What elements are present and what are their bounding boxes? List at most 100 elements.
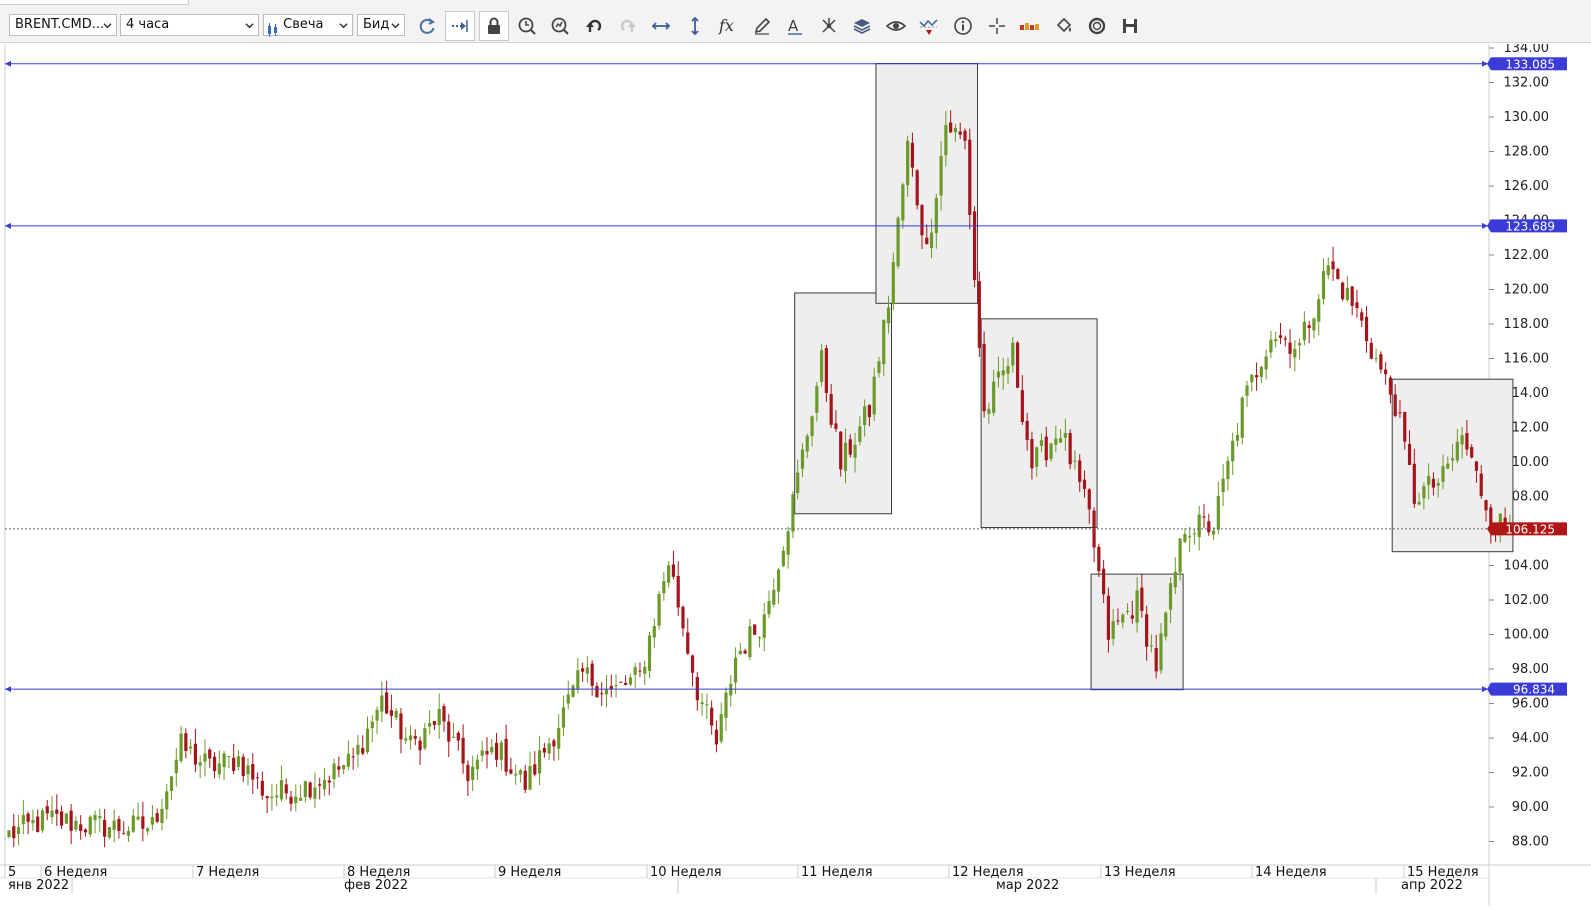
zoom-time-icon [518,17,536,35]
level-price-label: 96.834 [1513,683,1555,697]
candle-body [843,442,848,472]
candle-body [31,820,35,824]
zoom-time-button[interactable] [515,14,539,38]
alerts-button[interactable] [917,14,941,38]
candle-body [1030,439,1034,469]
candle-body [279,780,284,800]
candle-body [50,810,54,818]
refresh-button[interactable] [415,14,439,38]
candle-body [160,808,164,824]
candle-body [203,753,207,762]
candle-body [1231,440,1235,462]
save-button[interactable] [1118,14,1142,38]
candle-body [757,637,762,639]
undo-button[interactable] [582,14,606,38]
candle-body [227,756,231,758]
color-theme-button[interactable] [1018,14,1042,38]
lock-icon [488,17,500,34]
indicators-button[interactable]: fx [717,14,741,38]
candle-body [1044,436,1048,461]
redo-button[interactable] [616,14,640,38]
shift-chart-button[interactable] [445,11,475,41]
active-tab[interactable] [0,0,189,5]
candle-body [370,721,374,729]
plot-area [5,44,1488,865]
candle-body [662,581,666,594]
objects-button[interactable] [817,14,841,38]
visibility-button[interactable] [884,14,908,38]
y-tick-label: 100.00 [1504,628,1550,643]
candle-body [638,670,642,672]
vertical-scale-button[interactable] [683,14,707,38]
chart-canvas[interactable]: 134.00132.00130.00128.00126.00124.00122.… [0,41,1591,905]
candle-body [1240,397,1244,438]
candle-body [1412,463,1416,504]
candle-body [733,657,738,683]
horizontal-scale-button[interactable] [649,14,673,38]
text-tool-button[interactable]: A [783,14,807,38]
candle-body [729,683,733,696]
shift-icon [452,20,468,32]
y-tick-label: 116.00 [1504,352,1550,367]
candle-body [394,710,398,718]
fill-button[interactable] [1052,14,1076,38]
candle-body [198,762,202,766]
layers-button[interactable] [850,14,874,38]
chevron-down-icon [245,23,254,29]
zoom-fit-button[interactable] [548,14,572,38]
y-tick-label: 118.00 [1504,317,1550,332]
info-button[interactable] [951,14,975,38]
draw-button[interactable] [750,14,774,38]
candle-body [64,813,68,824]
y-tick-label: 104.00 [1504,559,1550,574]
instrument-select[interactable]: BRENT.CMD... [9,14,117,36]
candle-body [910,142,915,168]
candle-body [824,348,828,393]
price-side-select[interactable]: Бид [357,14,405,36]
candle-body [929,232,934,249]
candle-body [1020,390,1024,423]
candle-body [1207,521,1211,533]
candle-body [217,763,221,775]
candle-body [1164,612,1168,637]
candle-body [1278,335,1283,338]
candle-body [1188,536,1192,538]
candle-body [332,763,336,780]
candle-body [1388,377,1393,395]
horizontal-arrows-icon [651,22,671,30]
month-label: янв 2022 [8,878,69,893]
candle-body [896,217,900,267]
candle-body [1006,366,1010,374]
candle-body [1078,460,1082,482]
candle-body [1102,568,1106,595]
candle-body [719,713,723,742]
eye-icon [886,21,906,31]
vertical-arrows-icon [691,16,699,36]
y-tick-label: 134.00 [1504,44,1550,56]
timeframe-select[interactable]: 4 часа [120,14,259,36]
candle-body [385,692,389,714]
candle-body [428,722,432,727]
sync-button[interactable] [1085,14,1109,38]
candle-body [647,635,652,671]
candle-body [1460,435,1464,445]
candle-body [361,747,365,754]
candle-body [131,815,135,832]
candle-body [786,531,790,555]
candle-body [1312,318,1316,331]
candle-body [820,350,824,382]
y-tick-label: 128.00 [1504,145,1550,160]
candle-body [494,742,499,760]
candle-body [1259,366,1263,377]
candle-body [146,828,150,832]
candle-body [901,184,905,221]
candle-body [667,565,671,583]
chart-type-select[interactable]: Свеча [263,14,353,37]
price-chart[interactable]: 134.00132.00130.00128.00126.00124.00122.… [0,41,1591,905]
candle-body [949,122,953,133]
candle-body [676,575,680,608]
lock-button[interactable] [479,11,509,41]
candle-body [982,343,986,412]
candle-body [1159,633,1163,671]
crosshair-button[interactable] [985,14,1009,38]
